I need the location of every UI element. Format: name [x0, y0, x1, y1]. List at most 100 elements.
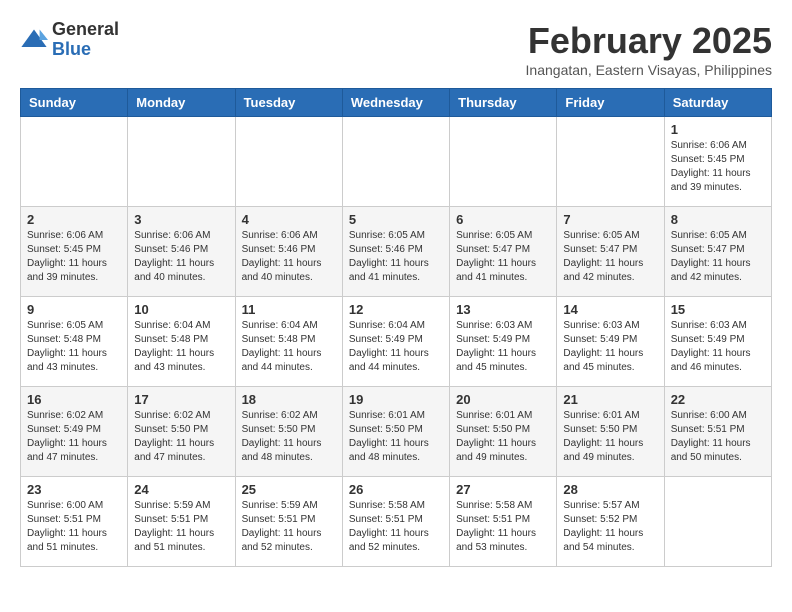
day-info: Sunrise: 6:04 AM Sunset: 5:48 PM Dayligh…	[134, 319, 228, 375]
day-info: Sunrise: 6:06 AM Sunset: 5:45 PM Dayligh…	[27, 229, 121, 285]
logo-icon	[20, 26, 48, 54]
calendar-cell: 4Sunrise: 6:06 AM Sunset: 5:46 PM Daylig…	[235, 207, 342, 297]
day-info: Sunrise: 6:05 AM Sunset: 5:46 PM Dayligh…	[349, 229, 443, 285]
calendar-cell: 6Sunrise: 6:05 AM Sunset: 5:47 PM Daylig…	[450, 207, 557, 297]
day-info: Sunrise: 6:01 AM Sunset: 5:50 PM Dayligh…	[563, 409, 657, 465]
day-number: 6	[456, 212, 550, 227]
calendar-cell: 9 Sunrise: 6:05 AM Sunset: 5:48 PM Daylig…	[21, 297, 128, 387]
day-number: 7	[563, 212, 657, 227]
calendar-cell: 16Sunrise: 6:02 AM Sunset: 5:49 PM Dayli…	[21, 387, 128, 477]
calendar-cell: 13 Sunrise: 6:03 AM Sunset: 5:49 PM Dayli…	[450, 297, 557, 387]
day-number: 5	[349, 212, 443, 227]
day-number: 26	[349, 482, 443, 497]
calendar-cell	[450, 117, 557, 207]
calendar-cell	[21, 117, 128, 207]
calendar-table: SundayMondayTuesdayWednesdayThursdayFrid…	[20, 88, 772, 567]
logo-general: General	[52, 19, 119, 39]
calendar-cell: 17 Sunrise: 6:02 AM Sunset: 5:50 PM Dayli…	[128, 387, 235, 477]
calendar-day-header: Friday	[557, 89, 664, 117]
calendar-week-row: 23 Sunrise: 6:00 AM Sunset: 5:51 PM Dayli…	[21, 477, 772, 567]
calendar-cell: 19 Sunrise: 6:01 AM Sunset: 5:50 PM Dayli…	[342, 387, 449, 477]
day-info: Sunrise: 6:02 AM Sunset: 5:50 PM Dayligh…	[242, 409, 336, 465]
day-number: 25	[242, 482, 336, 497]
calendar-cell: 15 Sunrise: 6:03 AM Sunset: 5:49 PM Dayli…	[664, 297, 771, 387]
calendar-day-header: Monday	[128, 89, 235, 117]
calendar-cell: 21 Sunrise: 6:01 AM Sunset: 5:50 PM Dayli…	[557, 387, 664, 477]
day-number: 19	[349, 392, 443, 407]
day-info: Sunrise: 6:03 AM Sunset: 5:49 PM Dayligh…	[671, 319, 765, 375]
calendar-cell: 20 Sunrise: 6:01 AM Sunset: 5:50 PM Dayli…	[450, 387, 557, 477]
calendar-day-header: Saturday	[664, 89, 771, 117]
day-info: Sunrise: 6:06 AM Sunset: 5:46 PM Dayligh…	[134, 229, 228, 285]
calendar-cell: 1 Sunrise: 6:06 AM Sunset: 5:45 PM Daylig…	[664, 117, 771, 207]
calendar-week-row: 9 Sunrise: 6:05 AM Sunset: 5:48 PM Daylig…	[21, 297, 772, 387]
calendar-cell	[235, 117, 342, 207]
calendar-cell: 12 Sunrise: 6:04 AM Sunset: 5:49 PM Dayli…	[342, 297, 449, 387]
day-number: 10	[134, 302, 228, 317]
day-info: Sunrise: 5:58 AM Sunset: 5:51 PM Dayligh…	[456, 499, 550, 555]
day-info: Sunrise: 6:04 AM Sunset: 5:48 PM Dayligh…	[242, 319, 336, 375]
day-info: Sunrise: 6:05 AM Sunset: 5:47 PM Dayligh…	[563, 229, 657, 285]
calendar-cell: 14 Sunrise: 6:03 AM Sunset: 5:49 PM Dayli…	[557, 297, 664, 387]
page-header: General Blue February 2025 Inangatan, Ea…	[20, 20, 772, 78]
day-info: Sunrise: 6:03 AM Sunset: 5:49 PM Dayligh…	[456, 319, 550, 375]
calendar-cell: 22 Sunrise: 6:00 AM Sunset: 5:51 PM Dayli…	[664, 387, 771, 477]
day-number: 9	[27, 302, 121, 317]
calendar-week-row: 16Sunrise: 6:02 AM Sunset: 5:49 PM Dayli…	[21, 387, 772, 477]
calendar-cell: 8 Sunrise: 6:05 AM Sunset: 5:47 PM Daylig…	[664, 207, 771, 297]
day-number: 3	[134, 212, 228, 227]
calendar-day-header: Tuesday	[235, 89, 342, 117]
day-info: Sunrise: 6:01 AM Sunset: 5:50 PM Dayligh…	[349, 409, 443, 465]
day-number: 13	[456, 302, 550, 317]
logo-blue: Blue	[52, 39, 91, 59]
day-info: Sunrise: 6:00 AM Sunset: 5:51 PM Dayligh…	[671, 409, 765, 465]
day-number: 22	[671, 392, 765, 407]
day-info: Sunrise: 6:00 AM Sunset: 5:51 PM Dayligh…	[27, 499, 121, 555]
calendar-cell: 26 Sunrise: 5:58 AM Sunset: 5:51 PM Dayli…	[342, 477, 449, 567]
calendar-cell	[342, 117, 449, 207]
calendar-cell: 10 Sunrise: 6:04 AM Sunset: 5:48 PM Dayli…	[128, 297, 235, 387]
day-number: 23	[27, 482, 121, 497]
day-info: Sunrise: 6:06 AM Sunset: 5:45 PM Dayligh…	[671, 139, 765, 195]
calendar-cell: 3 Sunrise: 6:06 AM Sunset: 5:46 PM Daylig…	[128, 207, 235, 297]
day-info: Sunrise: 5:58 AM Sunset: 5:51 PM Dayligh…	[349, 499, 443, 555]
calendar-cell: 5 Sunrise: 6:05 AM Sunset: 5:46 PM Daylig…	[342, 207, 449, 297]
calendar-cell: 2 Sunrise: 6:06 AM Sunset: 5:45 PM Daylig…	[21, 207, 128, 297]
day-number: 17	[134, 392, 228, 407]
calendar-cell: 11 Sunrise: 6:04 AM Sunset: 5:48 PM Dayli…	[235, 297, 342, 387]
day-info: Sunrise: 5:59 AM Sunset: 5:51 PM Dayligh…	[242, 499, 336, 555]
day-number: 8	[671, 212, 765, 227]
day-number: 28	[563, 482, 657, 497]
day-info: Sunrise: 6:04 AM Sunset: 5:49 PM Dayligh…	[349, 319, 443, 375]
page-title: February 2025	[526, 20, 772, 62]
calendar-cell: 27 Sunrise: 5:58 AM Sunset: 5:51 PM Dayli…	[450, 477, 557, 567]
day-info: Sunrise: 6:05 AM Sunset: 5:48 PM Dayligh…	[27, 319, 121, 375]
calendar-day-header: Sunday	[21, 89, 128, 117]
day-number: 1	[671, 122, 765, 137]
day-number: 11	[242, 302, 336, 317]
day-info: Sunrise: 6:01 AM Sunset: 5:50 PM Dayligh…	[456, 409, 550, 465]
day-number: 20	[456, 392, 550, 407]
logo: General Blue	[20, 20, 119, 60]
day-number: 27	[456, 482, 550, 497]
day-info: Sunrise: 6:05 AM Sunset: 5:47 PM Dayligh…	[671, 229, 765, 285]
day-info: Sunrise: 6:06 AM Sunset: 5:46 PM Dayligh…	[242, 229, 336, 285]
calendar-day-header: Thursday	[450, 89, 557, 117]
calendar-cell: 23 Sunrise: 6:00 AM Sunset: 5:51 PM Dayli…	[21, 477, 128, 567]
calendar-week-row: 2 Sunrise: 6:06 AM Sunset: 5:45 PM Daylig…	[21, 207, 772, 297]
calendar-cell: 25 Sunrise: 5:59 AM Sunset: 5:51 PM Dayli…	[235, 477, 342, 567]
calendar-cell: 28Sunrise: 5:57 AM Sunset: 5:52 PM Dayli…	[557, 477, 664, 567]
day-info: Sunrise: 6:03 AM Sunset: 5:49 PM Dayligh…	[563, 319, 657, 375]
calendar-cell: 24Sunrise: 5:59 AM Sunset: 5:51 PM Dayli…	[128, 477, 235, 567]
calendar-cell: 7 Sunrise: 6:05 AM Sunset: 5:47 PM Daylig…	[557, 207, 664, 297]
day-number: 2	[27, 212, 121, 227]
calendar-cell	[664, 477, 771, 567]
calendar-cell	[128, 117, 235, 207]
day-number: 15	[671, 302, 765, 317]
calendar-header-row: SundayMondayTuesdayWednesdayThursdayFrid…	[21, 89, 772, 117]
day-number: 21	[563, 392, 657, 407]
day-info: Sunrise: 6:02 AM Sunset: 5:50 PM Dayligh…	[134, 409, 228, 465]
day-number: 12	[349, 302, 443, 317]
title-block: February 2025 Inangatan, Eastern Visayas…	[526, 20, 772, 78]
day-number: 14	[563, 302, 657, 317]
